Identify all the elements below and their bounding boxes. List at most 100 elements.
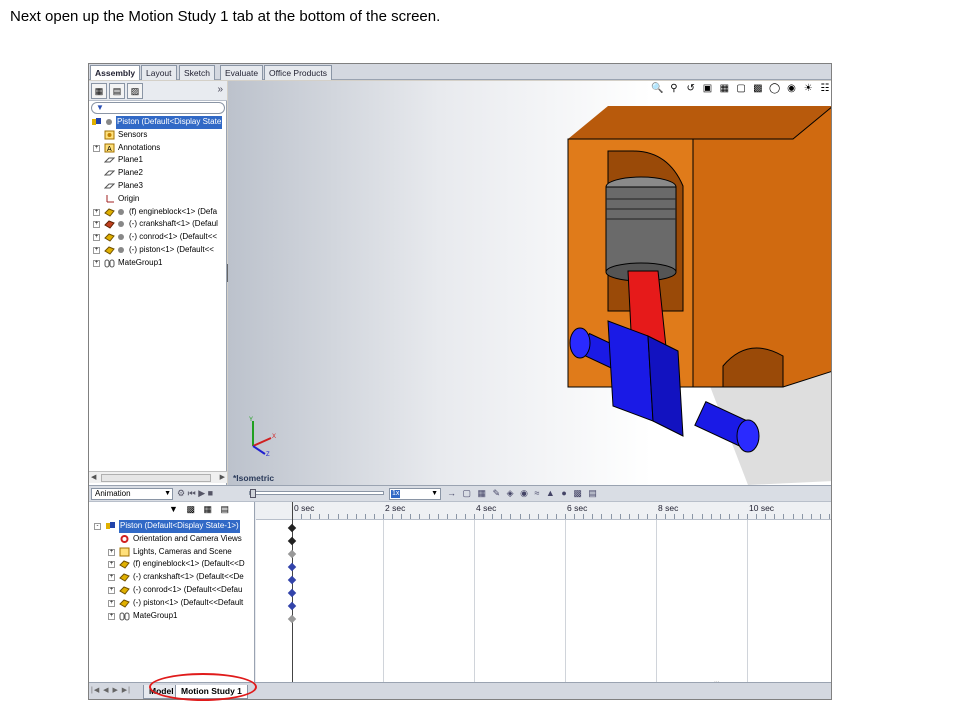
autokey-icon[interactable]: ✎ <box>493 488 503 498</box>
expand-plus-icon[interactable]: + <box>93 246 100 254</box>
motion-tree-item-piston[interactable]: - Piston (Default<Display State-1>) <box>89 520 255 533</box>
tree-item-crankshaft[interactable]: + (-) crankshaft<1> (Defaul <box>89 218 227 231</box>
play-from-start-icon[interactable]: ⏮ <box>188 488 196 498</box>
key-point[interactable] <box>287 601 297 611</box>
tab-layout[interactable]: Layout <box>141 65 177 80</box>
expand-plus-icon[interactable]: + <box>108 599 115 607</box>
scroll-thumb[interactable] <box>101 474 211 482</box>
timeline[interactable]: 0 sec 2 sec 4 sec 6 sec 8 sec 10 sec <box>256 502 831 682</box>
feature-tree: Piston (Default<Display State Sensors + … <box>89 116 227 270</box>
motion-manager-toolbar: Animation ▼ ⚙ ⏮ ▶ ■ 1x ▼ → ▢ ▦ ✎ ◈ ◉ ≈ ▲… <box>89 486 831 502</box>
expand-chevron-icon[interactable]: » <box>217 84 223 95</box>
filter-driving-icon[interactable]: ▦ <box>203 504 215 514</box>
tree-item-piston-part[interactable]: + (-) piston<1> (Default<< <box>89 244 227 257</box>
expand-plus-icon[interactable]: + <box>93 221 100 229</box>
tree-item-engineblock[interactable]: + (f) engineblock<1> (Defa <box>89 206 227 219</box>
slider-knob[interactable] <box>250 489 256 498</box>
scroll-right-icon[interactable]: ▶ <box>220 473 225 481</box>
play-icon[interactable]: ▶ <box>198 488 205 498</box>
assembly-icon <box>92 118 101 125</box>
expand-plus-icon[interactable]: + <box>93 144 100 152</box>
motion-tree-item-conrod[interactable]: + (-) conrod<1> (Default<<Defau <box>89 584 255 597</box>
graphics-viewport[interactable]: 🔍 ⚲ ↺ ▣ ▦ ▢ ▩ ◯ ◉ ☀ ☷ Y X Z *Isometric <box>228 81 831 485</box>
results-icon[interactable]: ▩ <box>573 488 584 498</box>
key-point[interactable] <box>287 614 297 624</box>
key-point[interactable] <box>287 575 297 585</box>
motion-tree-item-orientation[interactable]: Orientation and Camera Views <box>89 533 255 546</box>
expand-plus-icon[interactable]: + <box>108 548 115 556</box>
solidworks-window: Assembly Layout Sketch Evaluate Office P… <box>88 63 832 700</box>
playback-slider[interactable] <box>249 489 384 498</box>
key-point[interactable] <box>287 549 297 559</box>
filter-selected-icon[interactable]: ▤ <box>221 504 233 514</box>
tree-item-piston[interactable]: Piston (Default<Display State <box>89 116 227 129</box>
feature-tree-icon[interactable]: ▦ <box>91 83 107 99</box>
expand-plus-icon[interactable]: + <box>108 586 115 594</box>
key-point[interactable] <box>287 562 297 572</box>
tab-evaluate[interactable]: Evaluate <box>220 65 264 80</box>
study-properties-icon[interactable]: ▤ <box>588 488 599 498</box>
timeline-tick <box>692 514 694 519</box>
stop-icon[interactable]: ■ <box>208 488 213 498</box>
timeline-tick <box>519 514 521 519</box>
playback-mode-icon[interactable]: → <box>447 488 458 498</box>
spring-icon[interactable]: ≈ <box>534 488 541 498</box>
add-key-icon[interactable]: ◈ <box>507 488 516 498</box>
tab-office-products[interactable]: Office Products <box>264 65 332 80</box>
tree-item-label: (-) piston<1> (Default<< <box>129 244 214 254</box>
part-icon <box>104 220 115 230</box>
engine-block-right-face <box>692 107 831 388</box>
save-animation-icon[interactable]: ▢ <box>463 488 474 498</box>
calculate-icon[interactable]: ⚙ <box>177 488 185 498</box>
motion-tree-item-piston-part[interactable]: + (-) piston<1> (Default<<Default <box>89 597 255 610</box>
feature-tree-hscrollbar[interactable]: ◀ ▶ <box>89 471 227 483</box>
tab-navigation-arrows[interactable]: |◀ ◀ ▶ ▶| <box>91 686 131 694</box>
motion-tree-item-mategroup[interactable]: + MateGroup1 <box>89 610 255 623</box>
filter-icon[interactable]: ▼ <box>169 504 181 514</box>
property-manager-icon[interactable]: ▤ <box>109 83 125 99</box>
expand-minus-icon[interactable]: - <box>94 523 101 530</box>
timeline-tick <box>828 514 830 519</box>
tree-item-mategroup[interactable]: + MateGroup1 <box>89 257 227 270</box>
tree-item-annotations[interactable]: + A Annotations <box>89 142 227 155</box>
expand-plus-icon[interactable]: + <box>93 234 100 242</box>
filter-input[interactable]: ▼ <box>91 102 225 114</box>
expand-plus-icon[interactable]: + <box>93 208 100 216</box>
key-point[interactable] <box>287 588 297 598</box>
expand-plus-icon[interactable]: + <box>108 612 115 620</box>
tree-item-conrod[interactable]: + (-) conrod<1> (Default<< <box>89 231 227 244</box>
filter-animated-icon[interactable]: ▩ <box>186 504 198 514</box>
tree-item-origin[interactable]: Origin <box>89 193 227 206</box>
timeline-tick <box>510 514 512 519</box>
tree-item-plane1[interactable]: Plane1 <box>89 154 227 167</box>
key-point[interactable] <box>287 523 297 533</box>
playback-controls: ⚙ ⏮ ▶ ■ <box>177 488 213 499</box>
mates-icon <box>104 259 115 268</box>
tree-item-plane3[interactable]: Plane3 <box>89 180 227 193</box>
motion-tree-item-crankshaft[interactable]: + (-) crankshaft<1> (Default<<De <box>89 571 255 584</box>
gravity-icon[interactable]: ● <box>561 488 568 498</box>
expand-plus-icon[interactable]: + <box>93 259 100 267</box>
tree-item-label: Orientation and Camera Views <box>133 533 242 543</box>
tree-item-sensors[interactable]: Sensors <box>89 129 227 142</box>
configuration-manager-icon[interactable]: ▨ <box>127 83 143 99</box>
key-point[interactable] <box>287 536 297 546</box>
expand-plus-icon[interactable]: + <box>108 574 115 582</box>
tree-item-plane2[interactable]: Plane2 <box>89 167 227 180</box>
motion-tree-item-engineblock[interactable]: + (f) engineblock<1> (Default<<D <box>89 558 255 571</box>
study-type-dropdown[interactable]: Animation ▼ <box>91 488 173 500</box>
scroll-left-icon[interactable]: ◀ <box>91 473 96 481</box>
contact-icon[interactable]: ▲ <box>546 488 557 498</box>
playback-speed-dropdown[interactable]: 1x ▼ <box>389 488 441 500</box>
animation-wizard-icon[interactable]: ▦ <box>478 488 489 498</box>
svg-text:Y: Y <box>249 417 253 423</box>
expand-plus-icon[interactable]: + <box>108 561 115 569</box>
sensor-icon <box>104 130 115 140</box>
tab-sketch[interactable]: Sketch <box>179 65 215 80</box>
motor-icon[interactable]: ◉ <box>520 488 530 498</box>
motion-tree-item-lights[interactable]: + Lights, Cameras and Scene <box>89 546 255 559</box>
timeline-tick <box>301 514 303 519</box>
tab-assembly[interactable]: Assembly <box>90 65 141 80</box>
timeline-tick <box>701 514 703 519</box>
tree-item-label: (f) engineblock<1> (Defa <box>129 206 218 216</box>
